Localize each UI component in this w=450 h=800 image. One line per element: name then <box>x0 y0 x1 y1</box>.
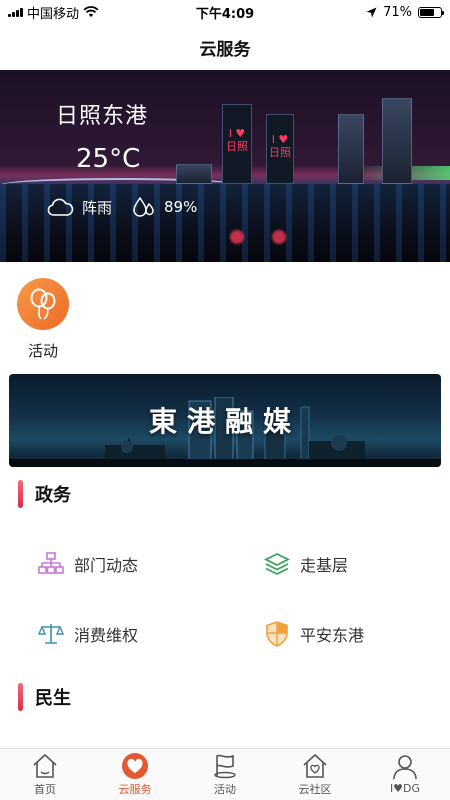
person-icon <box>390 754 420 780</box>
service-grassroots[interactable]: 走基层 <box>264 551 348 577</box>
led-tower-left: I ♥ 日照 <box>222 104 252 184</box>
reflection-light <box>272 230 286 244</box>
weather-details: 阵雨 89% <box>46 196 197 218</box>
tab-label: I♥DG <box>389 782 421 795</box>
carrier-label: 中国移动 <box>27 6 80 22</box>
layers-icon <box>264 551 290 577</box>
led-tower-right: I ♥ 日照 <box>266 114 294 184</box>
status-time: 下午4:09 <box>195 6 255 22</box>
low-building <box>176 164 212 184</box>
service-label: 消费维权 <box>74 626 139 645</box>
tab-label: 云社区 <box>298 782 332 796</box>
weather-temperature: 25°C <box>76 144 141 174</box>
section-accent-bar <box>18 683 23 711</box>
tab-i-love-dg[interactable]: I♥DG <box>360 749 450 800</box>
activity-icon-circle <box>17 278 69 330</box>
service-consumer-rights[interactable]: 消费维权 <box>38 621 138 647</box>
tower-building <box>338 114 364 184</box>
section-title: 政务 <box>35 485 71 506</box>
tab-cloud-service[interactable]: 云服务 <box>90 749 180 800</box>
battery-icon <box>418 6 444 18</box>
tab-label: 云服务 <box>118 782 152 796</box>
page-title: 云服务 <box>199 39 251 60</box>
tab-home[interactable]: 首页 <box>0 749 90 800</box>
weather-city: 日照东港 <box>56 104 149 129</box>
home-icon <box>30 753 60 779</box>
promo-title: 東港融媒 <box>148 405 301 438</box>
service-department-news[interactable]: 部门动态 <box>38 551 138 577</box>
weather-humidity: 89% <box>164 198 198 216</box>
led-sign-right: I ♥ 日照 <box>269 133 291 159</box>
scales-icon <box>38 621 64 647</box>
cloud-icon <box>47 198 74 216</box>
weather-condition: 阵雨 <box>82 198 113 217</box>
service-label: 走基层 <box>300 556 349 575</box>
humidity-drops-icon <box>133 196 154 217</box>
service-safe-donggang[interactable]: 平安东港 <box>264 621 364 647</box>
promo-banner[interactable]: 東港融媒 <box>9 374 441 467</box>
flag-icon <box>210 753 240 779</box>
tab-activity[interactable]: 活动 <box>180 749 270 800</box>
section-accent-bar <box>18 480 23 508</box>
bottom-tab-bar: 首页 云服务 活动 云社区 I♥DG <box>0 748 450 800</box>
balloons-icon <box>30 288 56 320</box>
reflection-light <box>230 230 244 244</box>
battery-percent: 71% <box>383 4 412 20</box>
status-left: 中国移动 <box>8 3 158 22</box>
section-header-government: 政务 <box>18 480 71 508</box>
tab-label: 活动 <box>214 782 236 796</box>
status-right: 71% <box>292 4 444 20</box>
tab-label: 首页 <box>34 782 56 796</box>
service-label: 平安东港 <box>300 626 365 645</box>
heart-icon <box>120 752 150 779</box>
weather-banner[interactable]: I ♥ 日照 I ♥ 日照 日照东港 25°C 阵雨 89% <box>0 70 450 262</box>
service-label: 部门动态 <box>74 556 139 575</box>
org-chart-icon <box>38 551 64 577</box>
wifi-icon <box>83 6 99 17</box>
activity-label: 活动 <box>27 342 58 360</box>
activity-shortcut[interactable]: 活动 <box>14 278 72 361</box>
tab-community[interactable]: 云社区 <box>270 749 360 800</box>
battery-level-fill <box>420 8 435 16</box>
section-title: 民生 <box>35 688 71 709</box>
status-bar: 中国移动 下午4:09 71% <box>0 0 450 24</box>
led-sign-left: I ♥ 日照 <box>226 127 248 153</box>
nav-bar: 云服务 <box>0 24 450 70</box>
community-house-icon <box>300 753 330 779</box>
shield-icon <box>264 621 290 647</box>
tower-building <box>382 98 412 184</box>
location-arrow-icon <box>366 7 377 17</box>
section-header-livelihood: 民生 <box>18 683 71 711</box>
signal-icon <box>8 7 23 17</box>
